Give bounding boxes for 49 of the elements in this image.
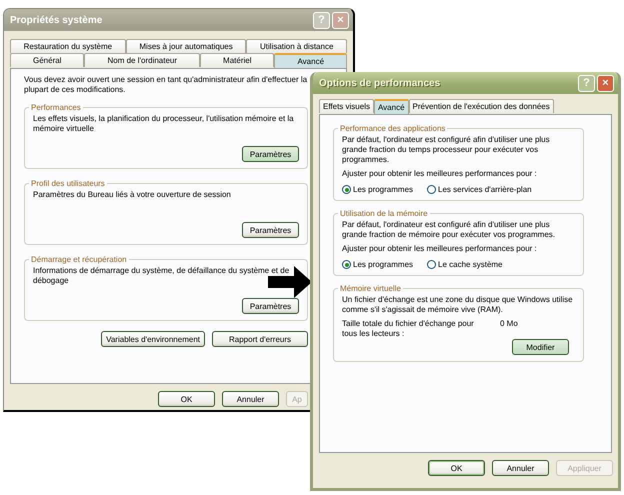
settings-button[interactable]: Paramètres xyxy=(242,222,299,238)
radio-option[interactable]: Les programmes xyxy=(342,260,414,269)
group-title: Profil des utilisateurs xyxy=(30,179,106,188)
radio-button[interactable] xyxy=(427,185,436,194)
window-title: Propriétés système xyxy=(10,14,104,26)
group-description: Les effets visuels, la planification du processeur, l'utilisation mémoire et la mémoire virtuelle xyxy=(33,114,295,134)
group-title: Performances xyxy=(30,103,82,112)
dialog-button[interactable]: Annuler xyxy=(222,391,279,407)
tab[interactable]: Avancé xyxy=(274,53,348,68)
group-title: Mémoire virtuelle xyxy=(339,284,402,293)
tab[interactable]: Nom de l'ordinateur xyxy=(84,53,200,67)
group-description: Par défaut, l'ordinateur est configuré afin d'utiliser une plus grande fraction de mémoire pour exécuter vos programmes. xyxy=(342,220,556,240)
prompt-text: Ajuster pour obtenir les meilleures performances pour : xyxy=(342,169,538,179)
arrow-icon xyxy=(268,266,312,298)
dialog-button[interactable]: OK xyxy=(158,391,215,407)
dialog-button[interactable]: Annuler xyxy=(492,460,549,476)
intro-text: Vous devez avoir ouvert une session en tant qu'administrateur afin d'effectuer la plupart de ces modifications. xyxy=(24,75,308,95)
close-button[interactable]: × xyxy=(597,74,614,92)
prompt-text: Ajuster pour obtenir les meilleures performances pour : xyxy=(342,244,538,254)
group-title: Utilisation de la mémoire xyxy=(339,209,429,218)
tab[interactable]: Matériel xyxy=(200,53,274,67)
radio-button[interactable] xyxy=(342,260,351,269)
dialog-button[interactable]: Variables d'environnement xyxy=(101,331,205,347)
radio-button[interactable] xyxy=(427,260,436,269)
group-title: Performance des applications xyxy=(339,124,446,133)
tab[interactable]: Utilisation à distance xyxy=(246,39,348,53)
tab[interactable]: Général xyxy=(10,53,84,67)
tab[interactable]: Mises à jour automatiques xyxy=(126,39,246,53)
dialog-button[interactable]: OK xyxy=(428,460,485,476)
group-description: Un fichier d'échange est une zone du disque que Windows utilise comme s'il s'agissait de mémoire vive (RAM). xyxy=(342,295,574,315)
size-label: Taille totale du fichier d'échange pour tous les lecteurs : xyxy=(342,319,475,339)
tab[interactable]: Prévention de l'exécution des données xyxy=(408,99,554,113)
group-title: Démarrage et récupération xyxy=(30,255,128,264)
tab[interactable]: Restauration du système xyxy=(10,39,126,53)
group-description: Informations de démarrage du système, de défaillance du système et de débogage xyxy=(33,266,290,286)
group-description: Paramètres du Bureau liés à votre ouverture de session xyxy=(33,190,232,200)
radio-option[interactable]: Le cache système xyxy=(427,260,503,269)
settings-button[interactable]: Paramètres xyxy=(242,146,299,162)
group-description: Par défaut, l'ordinateur est configuré afin d'utiliser une plus grande fraction du temps processeur pour exécuter vos programmes. xyxy=(342,135,551,165)
tab[interactable]: Avancé xyxy=(374,99,409,114)
settings-button[interactable]: Paramètres xyxy=(242,298,299,314)
modify-button[interactable]: Modifier xyxy=(512,339,569,355)
radio-option[interactable]: Les services d'arrière-plan xyxy=(427,185,532,194)
radio-button[interactable] xyxy=(342,185,351,194)
size-value: 0 Mo xyxy=(500,319,518,328)
radio-option[interactable]: Les programmes xyxy=(342,185,414,194)
window-title: Options de performances xyxy=(319,78,442,88)
tab[interactable]: Effets visuels xyxy=(319,99,374,113)
dialog-button[interactable]: Rapport d'erreurs xyxy=(212,331,308,347)
